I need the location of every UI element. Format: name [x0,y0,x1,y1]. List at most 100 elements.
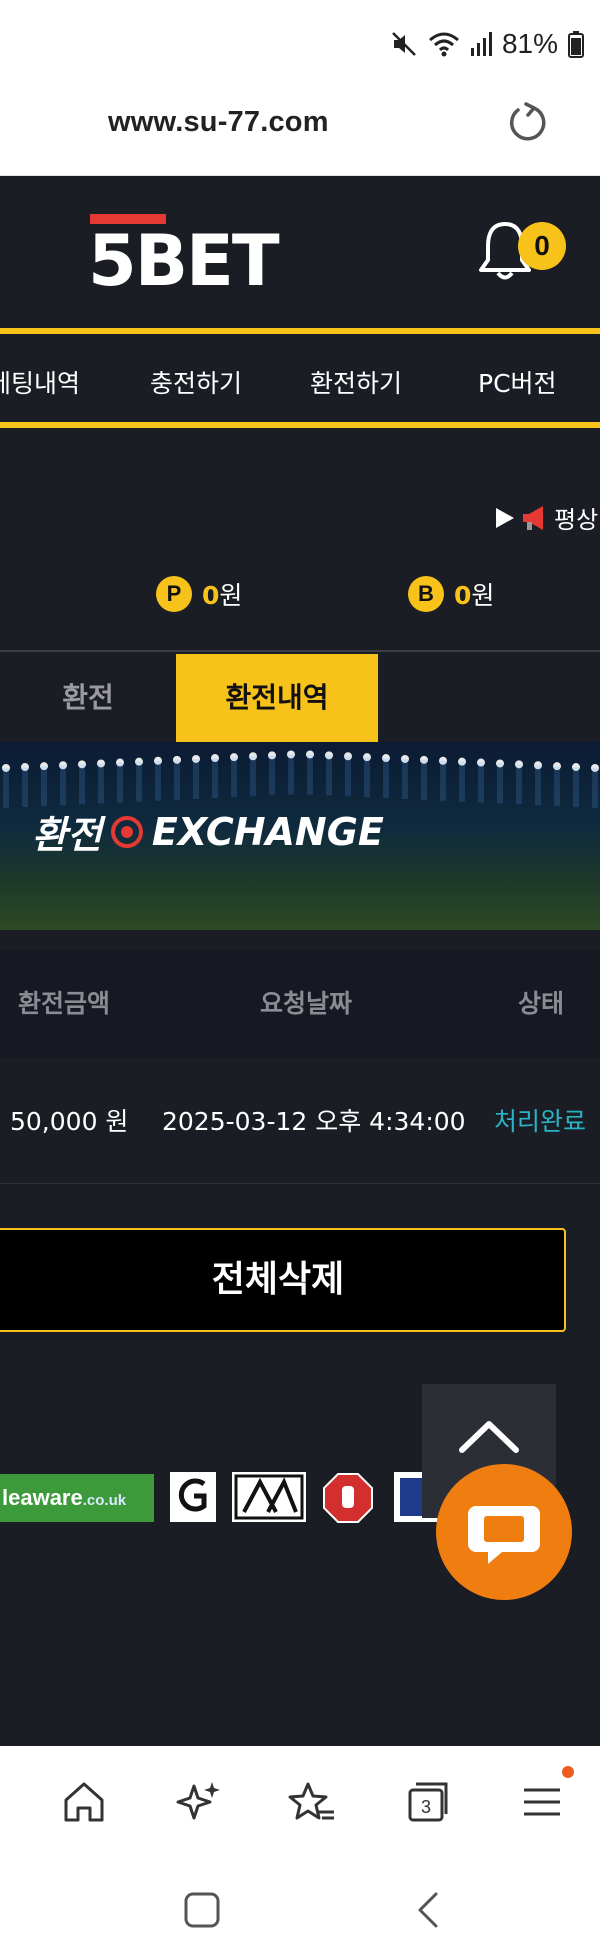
tabs-icon[interactable]: 3 [404,1778,452,1826]
light-beam [193,758,199,799]
begambleaware-domain: .co.uk [82,1492,127,1509]
begambleaware-text: leaware [2,1485,83,1510]
nav-item-betting-history[interactable]: 베팅내역 [0,364,80,400]
target-icon [110,815,143,848]
bonus-unit: 원 [471,581,495,610]
column-request-date: 요청날짜 [260,989,353,1018]
bonus-amount-wrapper: 0원 [454,576,494,612]
banner-title: 환전 EXCHANGE [32,804,384,859]
bookmark-star-icon[interactable] [288,1778,336,1826]
light-beam [345,756,351,797]
main-nav: 베팅내역 충전하기 환전하기 PC버전 [0,328,600,428]
point-balance: P 0원 [156,576,242,612]
tab-exchange[interactable]: 환전 [0,654,176,742]
logo-text: 5BET [88,220,280,302]
light-beam [554,766,560,807]
menu-notification-dot [562,1766,574,1778]
table-row: 50,000 원 2025-03-12 오후 4:34:00 처리완료 [0,1058,600,1184]
svg-text:3: 3 [421,1797,431,1817]
point-amount-wrapper: 0원 [202,576,242,612]
signal-icon [470,32,492,56]
row-amount: 50,000 원 [10,1107,129,1136]
light-beam [79,764,85,805]
light-beam [231,757,237,798]
light-beam [402,758,408,799]
status-bar: 81% [0,0,600,84]
light-beam [497,763,503,804]
notice-ticker[interactable]: 평상 [494,500,598,535]
light-beam [592,767,598,808]
delete-all-button[interactable]: 전체삭제 [0,1228,566,1332]
notification-badge: 0 [518,222,566,270]
light-beam [60,765,66,806]
column-status: 상태 [518,989,565,1018]
point-icon: P [156,576,192,612]
megaphone-icon [523,505,543,530]
nav-item-pc-version[interactable]: PC버전 [478,364,557,400]
light-beam [22,767,28,808]
play-icon [496,507,514,528]
browser-bottom-bar: 3 [0,1746,600,1858]
column-amount: 환전금액 [18,989,111,1018]
light-beam [41,766,47,807]
nav-item-deposit[interactable]: 충전하기 [150,364,242,400]
bonus-icon: B [408,576,444,612]
light-beam [383,758,389,799]
exchange-tabs: 환전 환전내역 [0,650,600,742]
mute-icon [392,32,416,56]
wifi-icon [428,32,459,57]
status-icons: 81% [390,24,584,64]
back-icon[interactable] [408,1888,448,1932]
gamcare-logo [170,1472,216,1522]
light-beam [174,759,180,800]
row-date: 2025-03-12 오후 4:34:00 [162,1107,466,1136]
light-beam [573,767,579,808]
site-logo[interactable]: 5BET [88,212,312,296]
light-beam [459,761,465,802]
system-nav-bar [0,1858,600,1958]
light-beam [535,765,541,806]
light-beam [478,762,484,803]
light-beam [250,756,256,797]
bonus-balance: B 0원 [408,576,494,612]
bonus-amount: 0 [454,581,472,610]
light-beam [440,760,446,801]
point-amount: 0 [202,581,220,610]
tab-exchange-history[interactable]: 환전내역 [176,654,378,742]
home-icon[interactable] [60,1778,108,1826]
battery-icon [568,31,584,58]
chat-bubble-icon [468,1506,540,1564]
light-beam [98,763,104,804]
row-status: 처리완료 [494,1107,587,1136]
light-beam [421,759,427,800]
banner-title-en: EXCHANGE [151,809,384,854]
light-beam [326,755,332,796]
url-text[interactable]: www.su-77.com [108,106,329,139]
begambleaware-logo: leaware.co.uk [0,1474,154,1522]
point-unit: 원 [219,581,243,610]
sparkle-icon[interactable] [174,1778,222,1826]
light-beam [288,754,294,795]
live-chat-button[interactable] [436,1464,572,1600]
recent-apps-icon[interactable] [182,1890,222,1930]
menu-icon[interactable] [518,1778,566,1826]
gamblers-anonymous-logo [232,1472,306,1522]
light-beam [364,757,370,798]
banner-title-ko: 환전 [32,813,102,857]
table-header: 환전금액 요청날짜 상태 [0,950,600,1058]
light-beam [117,762,123,803]
light-beam [3,767,9,808]
light-beam [212,758,218,799]
light-beam [516,764,522,805]
chevron-up-icon [459,1421,519,1453]
nav-item-withdraw[interactable]: 환전하기 [310,364,402,400]
battery-percent: 81% [501,28,558,59]
notice-text: 평상 [554,506,599,534]
light-beam [269,755,275,796]
light-beam [136,761,142,802]
reload-icon[interactable] [504,100,550,146]
light-beam [155,760,161,801]
balances: P 0원 B 0원 [0,570,600,622]
exchange-banner: 환전 EXCHANGE [0,742,600,930]
stop-hand-logo [323,1473,373,1523]
